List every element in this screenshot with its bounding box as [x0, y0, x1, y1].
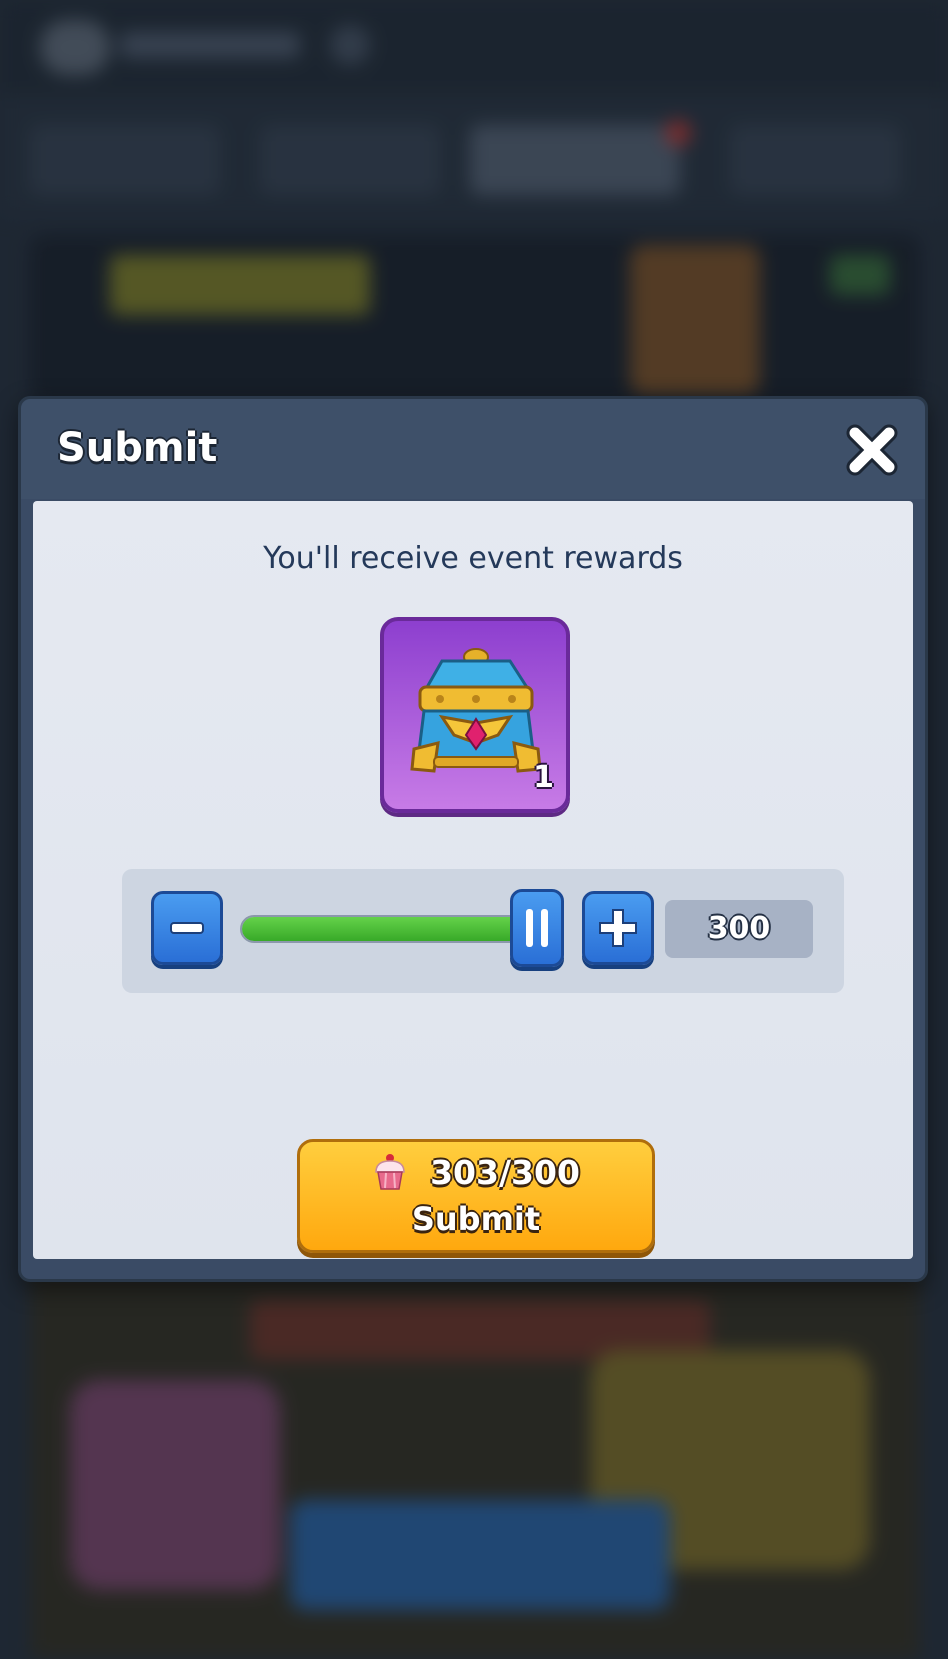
dialog-body: You'll receive event rewards 1 300 303/3…: [33, 501, 913, 1259]
submit-label: Submit: [411, 1200, 541, 1238]
submit-button[interactable]: 303/300 Submit: [297, 1139, 655, 1253]
submit-cost: 303/300: [430, 1152, 580, 1192]
quantity-slider-panel: 300: [122, 869, 844, 993]
cupcake-icon: [375, 1154, 405, 1190]
minus-icon: [170, 922, 204, 934]
pause-grip-icon: [541, 909, 548, 947]
reward-count: 1: [533, 760, 554, 795]
close-x-icon: [846, 424, 898, 476]
close-button[interactable]: [841, 419, 903, 481]
increase-button[interactable]: [582, 891, 654, 965]
rewards-subtitle: You'll receive event rewards: [263, 541, 683, 576]
quantity-slider-handle[interactable]: [510, 889, 564, 967]
dialog-title: Submit: [57, 425, 218, 471]
quantity-slider-track[interactable]: [240, 915, 540, 943]
dialog-header: Submit: [21, 399, 925, 499]
submit-dialog: Submit You'll receive event rewards 1 30…: [18, 396, 928, 1282]
decrease-button[interactable]: [151, 891, 223, 965]
reward-item[interactable]: 1: [380, 617, 570, 813]
pause-grip-icon: [526, 909, 533, 947]
quantity-value[interactable]: 300: [665, 900, 813, 958]
quantity-slider-fill: [242, 917, 538, 941]
plus-icon: [599, 909, 637, 947]
submit-cost-row: 303/300: [300, 1152, 652, 1192]
